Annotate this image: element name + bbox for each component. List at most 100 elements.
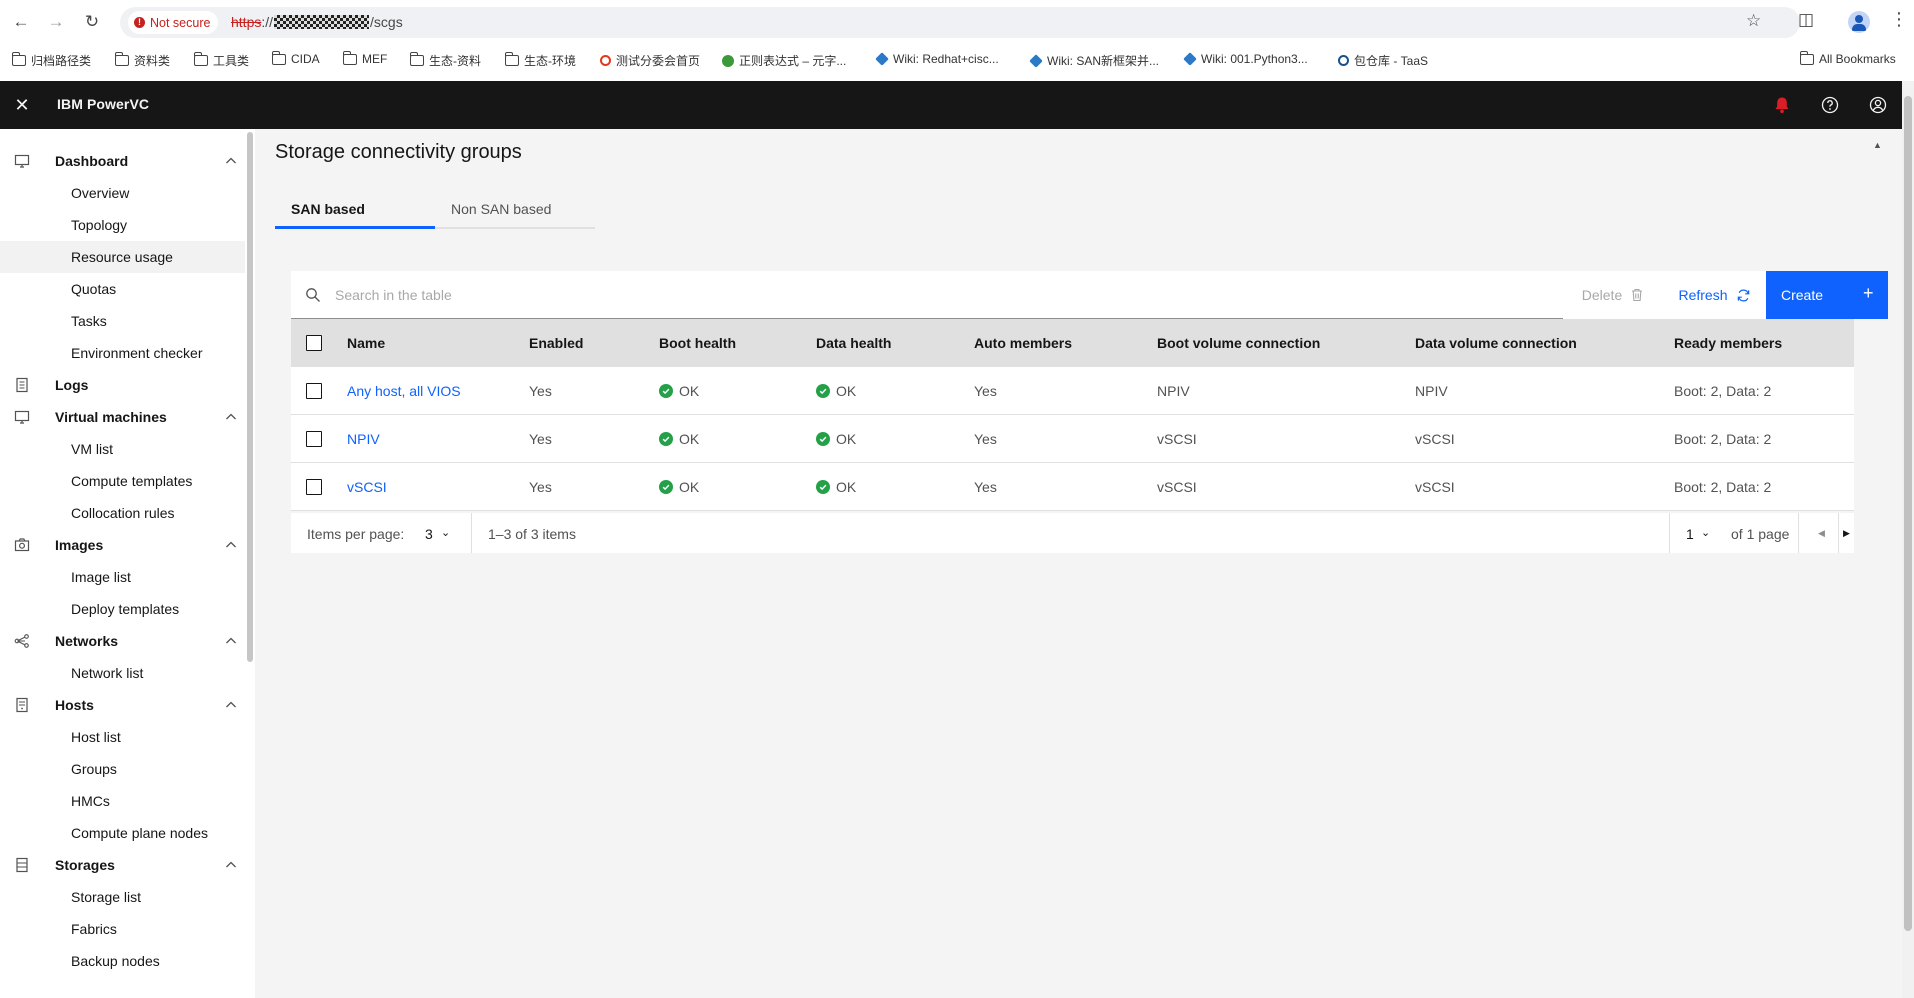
sidebar-scrollbar[interactable] [247, 132, 253, 662]
item-range: 1–3 of 3 items [488, 526, 576, 542]
sidebar-item-topology[interactable]: Topology [0, 209, 245, 241]
bookmark-item[interactable]: Wiki: SAN新框架并... [1029, 52, 1159, 69]
enabled-cell: Yes [529, 431, 552, 447]
sidebar-item-hmcs[interactable]: HMCs [0, 785, 245, 817]
scg-name-link[interactable]: vSCSI [347, 479, 387, 495]
forward-icon[interactable]: → [44, 10, 68, 34]
bookmark-item[interactable]: 包仓库 - TaaS [1338, 52, 1428, 69]
back-icon[interactable]: ← [9, 10, 33, 34]
bookmark-item[interactable]: 生态-环境 [504, 52, 576, 69]
bookmark-item[interactable]: MEF [342, 50, 387, 66]
browser-menu-icon[interactable]: ⋮ [1890, 9, 1908, 30]
nav-group-storages[interactable]: Storages [0, 849, 245, 881]
nav-group-images[interactable]: Images [0, 529, 245, 561]
reload-icon[interactable]: ↻ [80, 10, 104, 34]
scg-name-link[interactable]: NPIV [347, 431, 380, 447]
sidebar-item-fabrics[interactable]: Fabrics [0, 913, 245, 945]
bookmark-star-icon[interactable]: ☆ [1746, 11, 1761, 31]
previous-page-icon[interactable]: ◀ [1818, 528, 1825, 539]
sidebar-item-deploy-templates[interactable]: Deploy templates [0, 593, 245, 625]
address-bar[interactable]: ! Not secure https :// /scgs [120, 7, 1800, 38]
sidebar-item-tasks[interactable]: Tasks [0, 305, 245, 337]
table-row[interactable]: vSCSI Yes OK OK Yes vSCSI vSCSI Boot: 2,… [291, 463, 1854, 511]
sidebar-item-vm-list[interactable]: VM list [0, 433, 245, 465]
column-header-enabled[interactable]: Enabled [529, 335, 583, 351]
table-row[interactable]: NPIV Yes OK OK Yes vSCSI vSCSI Boot: 2, … [291, 415, 1854, 463]
tab-non-san-based[interactable]: Non SAN based [435, 185, 595, 229]
profile-avatar-icon[interactable] [1848, 11, 1870, 33]
column-header-boot-volume-connection[interactable]: Boot volume connection [1157, 335, 1320, 351]
notification-bell-icon[interactable] [1771, 94, 1793, 116]
sidebar-item-resource-usage[interactable]: Resource usage [0, 241, 245, 273]
checkmark-filled-icon [659, 384, 673, 398]
not-secure-badge[interactable]: ! Not secure [128, 11, 219, 34]
bookmark-item[interactable]: Wiki: 001.Python3... [1183, 52, 1308, 66]
column-header-ready-members[interactable]: Ready members [1674, 335, 1782, 351]
help-icon[interactable] [1819, 94, 1841, 116]
bookmark-item[interactable]: CIDA [271, 50, 320, 66]
boot-volume-connection-cell: vSCSI [1157, 431, 1197, 447]
nav-group-virtual-machines[interactable]: Virtual machines [0, 401, 245, 433]
sidebar-item-storage-list[interactable]: Storage list [0, 881, 245, 913]
page-select[interactable]: 1 [1686, 526, 1694, 542]
trash-icon [1632, 288, 1643, 302]
product-name[interactable]: IBM PowerVC [57, 96, 149, 112]
bookmark-item[interactable]: 归档路径类 [11, 52, 91, 69]
column-header-auto-members[interactable]: Auto members [974, 335, 1072, 351]
nav-group-networks[interactable]: Networks [0, 625, 245, 657]
sidebar-item-overview[interactable]: Overview [0, 177, 245, 209]
tab-san-based[interactable]: SAN based [275, 185, 435, 229]
select-all-checkbox[interactable] [306, 335, 322, 351]
refresh-button[interactable]: Refresh [1666, 271, 1763, 319]
row-checkbox[interactable] [306, 479, 322, 495]
scg-name-link[interactable]: Any host, all VIOS [347, 383, 461, 399]
chevron-up-icon [226, 541, 236, 548]
bookmark-item[interactable]: 生态-资料 [409, 52, 481, 69]
sidebar-item-groups[interactable]: Groups [0, 753, 245, 785]
ready-members-cell: Boot: 2, Data: 2 [1674, 479, 1772, 495]
sidebar-item-compute-templates[interactable]: Compute templates [0, 465, 245, 497]
sidebar-item-backup-nodes[interactable]: Backup nodes [0, 945, 245, 977]
scroll-top-icon[interactable]: ▲ [1873, 140, 1882, 150]
create-button[interactable]: Create + [1766, 271, 1888, 319]
sidebar-item-image-list[interactable]: Image list [0, 561, 245, 593]
page-scrollbar-thumb[interactable] [1904, 96, 1912, 931]
close-nav-icon[interactable]: ✕ [10, 93, 34, 117]
search-input[interactable] [335, 271, 1295, 319]
chevron-down-icon[interactable]: ⌄ [1701, 526, 1710, 539]
data-volume-connection-cell: vSCSI [1415, 479, 1455, 495]
bookmark-item[interactable]: Wiki: Redhat+cisc... [875, 52, 999, 66]
sidebar-item-quotas[interactable]: Quotas [0, 273, 245, 305]
sidebar-item-host-list[interactable]: Host list [0, 721, 245, 753]
column-header-boot-health[interactable]: Boot health [659, 335, 736, 351]
nav-group-hosts[interactable]: Hosts [0, 689, 245, 721]
bookmark-item[interactable]: 资料类 [114, 52, 170, 69]
next-page-icon[interactable]: ▶ [1843, 528, 1850, 539]
column-header-data-health[interactable]: Data health [816, 335, 891, 351]
column-header-name[interactable]: Name [347, 335, 385, 351]
folder-icon [342, 50, 357, 65]
sidebar-item-collocation-rules[interactable]: Collocation rules [0, 497, 245, 529]
nav-group-dashboard[interactable]: Dashboard [0, 145, 245, 177]
column-header-data-volume-connection[interactable]: Data volume connection [1415, 335, 1577, 351]
sidebar-item-compute-plane-nodes[interactable]: Compute plane nodes [0, 817, 245, 849]
url-scheme: https [231, 14, 262, 30]
row-checkbox[interactable] [306, 431, 322, 447]
chevron-down-icon[interactable]: ⌄ [441, 526, 450, 539]
delete-button[interactable]: Delete [1563, 271, 1663, 319]
table-row[interactable]: Any host, all VIOS Yes OK OK Yes NPIV NP… [291, 367, 1854, 415]
sidebar-item-network-list[interactable]: Network list [0, 657, 245, 689]
bookmark-item[interactable]: 工具类 [193, 52, 249, 69]
bookmark-item[interactable]: 测试分委会首页 [600, 52, 700, 69]
extensions-icon[interactable]: ◫ [1798, 10, 1814, 30]
boot-volume-connection-cell: NPIV [1157, 383, 1190, 399]
taas-icon [1338, 55, 1349, 66]
items-per-page-select[interactable]: 3 [425, 526, 433, 542]
row-checkbox[interactable] [306, 383, 322, 399]
bookmark-item[interactable]: 正则表达式 – 元字... [722, 52, 846, 69]
camera-icon [14, 538, 30, 552]
nav-group-logs[interactable]: Logs [0, 369, 245, 401]
all-bookmarks[interactable]: All Bookmarks [1799, 50, 1896, 66]
user-profile-icon[interactable] [1867, 94, 1889, 116]
sidebar-item-environment-checker[interactable]: Environment checker [0, 337, 245, 369]
